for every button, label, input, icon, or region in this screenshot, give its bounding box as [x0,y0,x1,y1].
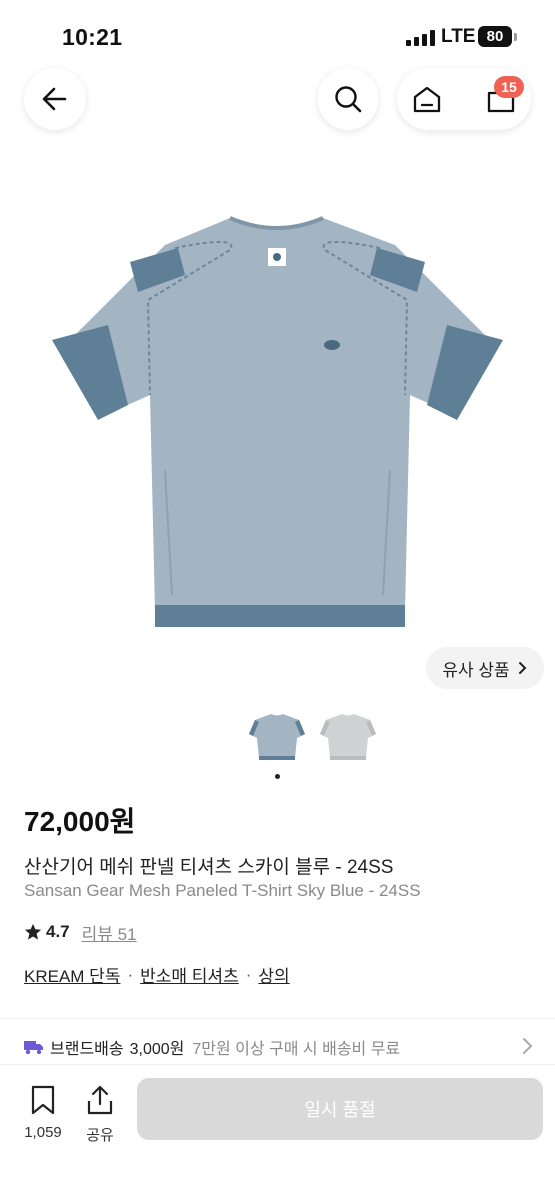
grey-shirt-thumb [320,714,376,760]
star-icon [24,923,42,940]
review-link[interactable]: 리뷰 51 [82,920,137,945]
cart-count-badge: 15 [494,76,524,98]
bookmark-button[interactable]: 1,059 [20,1085,66,1141]
share-icon [87,1085,113,1115]
tag-category[interactable]: 반소매 티셔츠 [140,962,239,987]
product-name-ko: 산산기어 메쉬 판넬 티셔츠 스카이 블루 - 24SS [24,857,394,878]
sky-blue-shirt-thumb [249,714,305,760]
thumbnail-sky-blue[interactable] [247,708,307,768]
search-icon [335,86,362,113]
similar-products-label: 유사 상품 [442,660,510,680]
share-button[interactable]: 공유 [82,1085,118,1145]
similar-products-button[interactable]: 유사 상품 [426,647,544,689]
signal-icon [406,30,436,46]
divider [0,1018,555,1019]
home-button[interactable] [411,83,443,120]
battery-icon: 80 [478,26,512,47]
thumbnail-grey[interactable] [318,708,378,768]
tag-top[interactable]: 상의 [258,962,289,987]
battery-cap [514,33,517,41]
home-icon [413,86,441,113]
shipping-row[interactable]: 브랜드배송 3,000원 7만원 이상 구매 시 배송비 무료 [24,1035,534,1059]
chevron-right-icon [518,662,527,674]
network-label: LTE [441,26,476,47]
soldout-button[interactable]: 일시 품절 [137,1078,543,1140]
t-shirt-image [52,216,503,627]
tag-exclusive[interactable]: KREAM 단독 [24,962,120,987]
search-button[interactable] [318,68,378,130]
bookmark-count: 1,059 [24,1124,62,1141]
truck-icon [24,1041,43,1055]
shipping-note: 7만원 이상 구매 시 배송비 무료 [192,1041,401,1058]
thumbnail-strip [0,708,555,778]
product-name-en: Sansan Gear Mesh Paneled T-Shirt Sky Blu… [24,881,421,900]
product-price: 72,000원 [24,806,136,837]
header [0,60,555,140]
bookmark-icon [31,1085,55,1115]
shipping-label: 브랜드배송 [50,1041,124,1058]
share-label: 공유 [86,1127,114,1144]
back-button[interactable] [24,68,86,130]
tag-separator: · [245,964,252,984]
status-time: 10:21 [62,24,123,50]
tags-row: KREAM 단독 · 반소매 티셔츠 · 상의 [24,962,290,987]
product-image[interactable] [0,140,555,700]
rating-value: 4.7 [46,922,70,941]
bottom-action-bar: 1,059 공유 일시 품절 [0,1064,555,1200]
carousel-indicator [275,774,280,779]
arrow-left-icon [42,87,67,111]
shipping-price: 3,000원 [129,1041,185,1058]
rating-row: 4.7 리뷰 51 [24,920,137,944]
chevron-right-icon [523,1038,533,1054]
tag-separator: · [127,964,134,984]
